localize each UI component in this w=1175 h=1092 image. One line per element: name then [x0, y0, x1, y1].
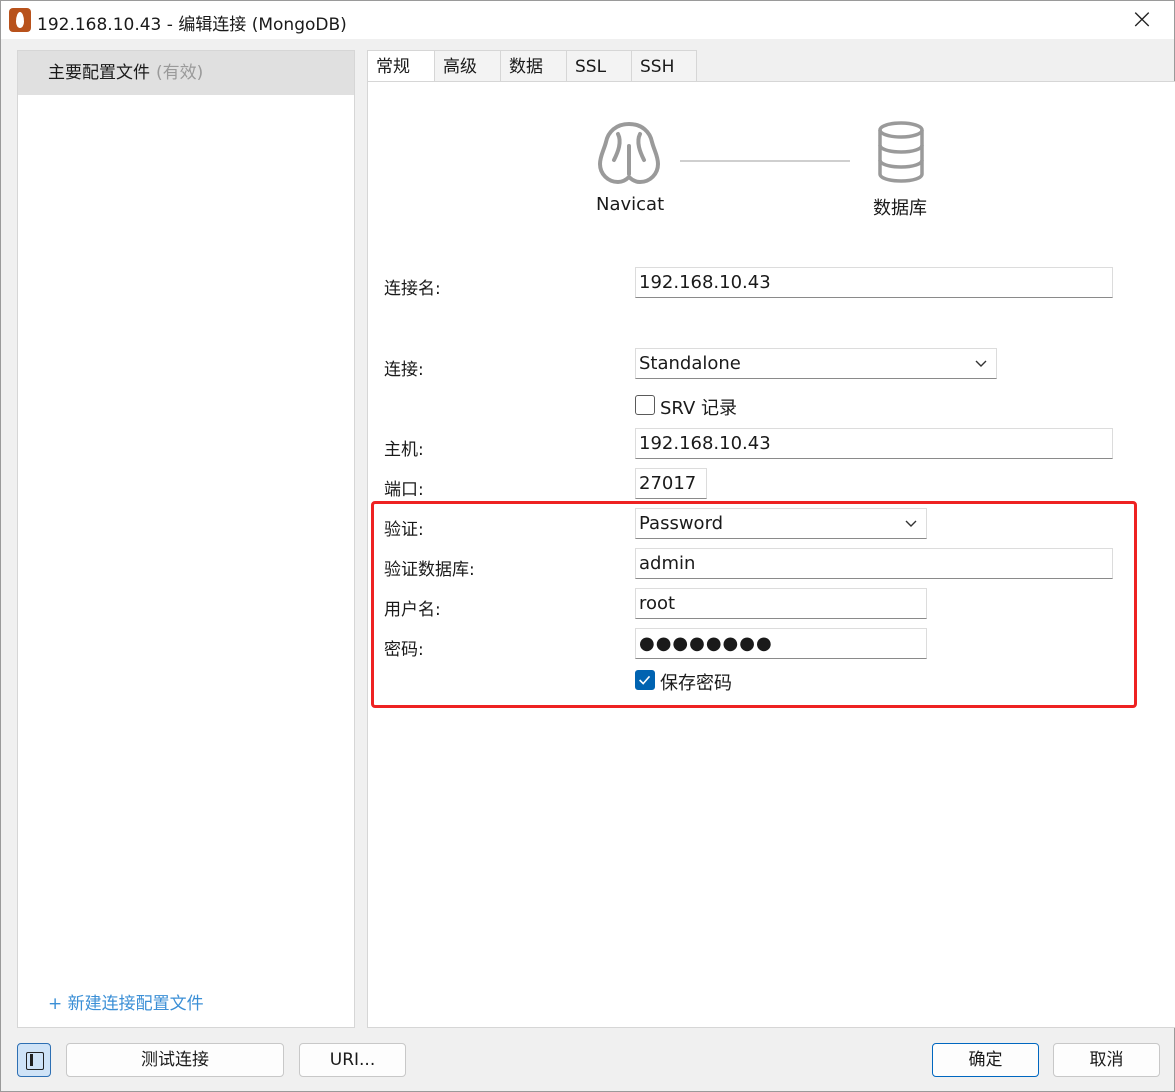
check-icon: [639, 675, 651, 685]
auth-database-input[interactable]: admin: [635, 548, 1113, 579]
edit-connection-dialog: 192.168.10.43 - 编辑连接 (MongoDB) × 主要配置文件 (…: [0, 0, 1175, 1092]
uri-button[interactable]: URI...: [299, 1043, 406, 1077]
connection-line: [680, 160, 850, 162]
connection-type-value: Standalone: [639, 353, 741, 374]
password-input[interactable]: ●●●●●●●●: [635, 628, 927, 659]
auth-value: Password: [639, 513, 724, 534]
chevron-down-icon: [905, 520, 917, 527]
username-label: 用户名:: [384, 600, 441, 620]
port-input[interactable]: 27017: [635, 468, 707, 499]
auth-database-label: 验证数据库:: [384, 560, 475, 580]
auth-select[interactable]: Password: [635, 508, 927, 539]
profile-status: (有效): [156, 63, 204, 83]
connection-type-select[interactable]: Standalone: [635, 348, 997, 379]
connection-name-label: 连接名:: [384, 279, 441, 299]
window-title: 192.168.10.43 - 编辑连接 (MongoDB): [37, 15, 347, 35]
test-connection-button[interactable]: 测试连接: [66, 1043, 284, 1077]
navicat-label: Navicat: [596, 194, 665, 215]
cancel-button[interactable]: 取消: [1053, 1043, 1160, 1077]
save-password-label: 保存密码: [660, 673, 732, 694]
mongodb-app-icon: [9, 8, 31, 32]
tab-database[interactable]: 数据库: [500, 50, 567, 109]
profile-name: 主要配置文件: [48, 63, 150, 83]
close-icon[interactable]: ×: [1128, 5, 1156, 33]
navicat-icon: [597, 121, 661, 185]
profile-item-main[interactable]: 主要配置文件 (有效): [18, 51, 354, 95]
port-label: 端口:: [384, 480, 424, 500]
host-input[interactable]: 192.168.10.43: [635, 428, 1113, 459]
toggle-sidebar-button[interactable]: [17, 1043, 51, 1077]
profile-list-panel: 主要配置文件 (有效) + 新建连接配置文件: [17, 50, 355, 1028]
host-label: 主机:: [384, 440, 424, 460]
ok-button[interactable]: 确定: [932, 1043, 1039, 1077]
title-bar: 192.168.10.43 - 编辑连接 (MongoDB) ×: [1, 1, 1174, 39]
general-tab-panel: Navicat 数据库 连接名: 192.168.10.43 连接: Stand…: [367, 81, 1175, 1028]
database-icon: [878, 121, 924, 183]
new-profile-link[interactable]: + 新建连接配置文件: [48, 989, 204, 1014]
password-label: 密码:: [384, 640, 424, 660]
tab-ssh[interactable]: SSH: [631, 50, 697, 82]
srv-record-checkbox[interactable]: [635, 395, 655, 415]
auth-label: 验证:: [384, 520, 424, 540]
tab-ssl[interactable]: SSL: [566, 50, 632, 82]
database-label: 数据库: [873, 198, 927, 219]
tab-general[interactable]: 常规: [367, 50, 435, 83]
connection-name-input[interactable]: 192.168.10.43: [635, 267, 1113, 298]
save-password-checkbox[interactable]: [635, 670, 655, 690]
chevron-down-icon: [975, 360, 987, 367]
connection-type-label: 连接:: [384, 360, 424, 380]
username-input[interactable]: root: [635, 588, 927, 619]
srv-record-label: SRV 记录: [660, 398, 737, 419]
tab-advanced[interactable]: 高级: [434, 50, 501, 82]
